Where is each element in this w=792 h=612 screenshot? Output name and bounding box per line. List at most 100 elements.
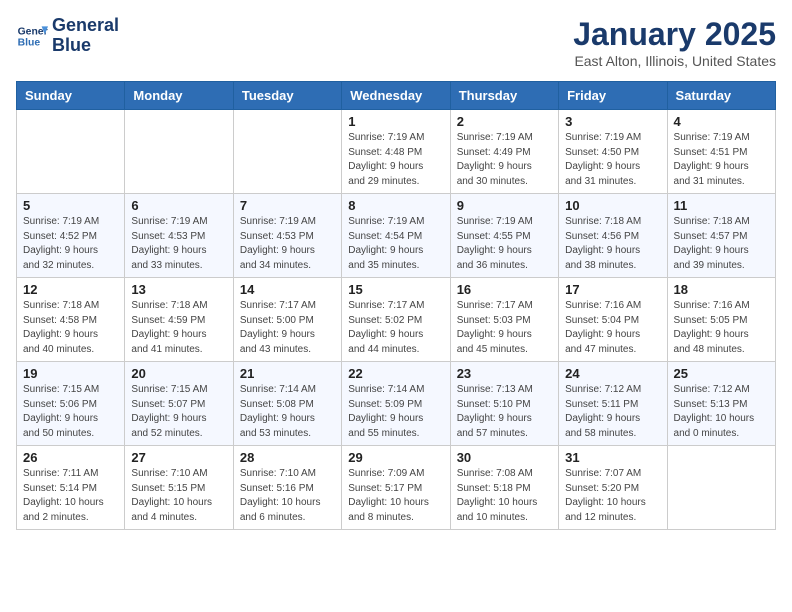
day-info: Sunrise: 7:07 AM Sunset: 5:20 PM Dayligh… <box>565 467 660 525</box>
weekday-header-row: SundayMondayTuesdayWednesdayThursdayFrid… <box>17 82 776 110</box>
logo: General Blue General Blue <box>16 16 119 56</box>
day-info: Sunrise: 7:14 AM Sunset: 5:09 PM Dayligh… <box>348 383 443 441</box>
day-number: 20 <box>131 366 226 381</box>
weekday-header-thursday: Thursday <box>450 82 558 110</box>
day-number: 15 <box>348 282 443 297</box>
day-number: 22 <box>348 366 443 381</box>
logo-text-line2: Blue <box>52 36 119 56</box>
calendar-cell: 22 Sunrise: 7:14 AM Sunset: 5:09 PM Dayli… <box>342 362 450 446</box>
day-info: Sunrise: 7:11 AM Sunset: 5:14 PM Dayligh… <box>23 467 118 525</box>
day-info: Sunrise: 7:17 AM Sunset: 5:02 PM Dayligh… <box>348 299 443 357</box>
day-info: Sunrise: 7:19 AM Sunset: 4:49 PM Dayligh… <box>457 131 552 189</box>
calendar-cell: 16 Sunrise: 7:17 AM Sunset: 5:03 PM Dayli… <box>450 278 558 362</box>
weekday-header-saturday: Saturday <box>667 82 775 110</box>
day-number: 12 <box>23 282 118 297</box>
calendar-cell: 29 Sunrise: 7:09 AM Sunset: 5:17 PM Dayli… <box>342 446 450 530</box>
day-info: Sunrise: 7:19 AM Sunset: 4:53 PM Dayligh… <box>240 215 335 273</box>
day-number: 3 <box>565 114 660 129</box>
day-info: Sunrise: 7:18 AM Sunset: 4:58 PM Dayligh… <box>23 299 118 357</box>
day-number: 9 <box>457 198 552 213</box>
day-number: 5 <box>23 198 118 213</box>
day-info: Sunrise: 7:16 AM Sunset: 5:04 PM Dayligh… <box>565 299 660 357</box>
calendar-cell: 17Sunrise: 7:16 AM Sunset: 5:04 PM Dayli… <box>559 278 667 362</box>
day-number: 26 <box>23 450 118 465</box>
day-info: Sunrise: 7:12 AM Sunset: 5:13 PM Dayligh… <box>674 383 769 441</box>
calendar-cell: 19Sunrise: 7:15 AM Sunset: 5:06 PM Dayli… <box>17 362 125 446</box>
calendar-cell: 7 Sunrise: 7:19 AM Sunset: 4:53 PM Daylig… <box>233 194 341 278</box>
day-number: 18 <box>674 282 769 297</box>
calendar-cell <box>233 110 341 194</box>
calendar-cell: 1Sunrise: 7:19 AM Sunset: 4:48 PM Daylig… <box>342 110 450 194</box>
day-info: Sunrise: 7:19 AM Sunset: 4:53 PM Dayligh… <box>131 215 226 273</box>
calendar-cell: 18Sunrise: 7:16 AM Sunset: 5:05 PM Dayli… <box>667 278 775 362</box>
day-number: 13 <box>131 282 226 297</box>
calendar-cell: 6 Sunrise: 7:19 AM Sunset: 4:53 PM Daylig… <box>125 194 233 278</box>
calendar-cell: 15 Sunrise: 7:17 AM Sunset: 5:02 PM Dayli… <box>342 278 450 362</box>
logo-icon: General Blue <box>16 20 48 52</box>
calendar-cell: 13Sunrise: 7:18 AM Sunset: 4:59 PM Dayli… <box>125 278 233 362</box>
day-number: 27 <box>131 450 226 465</box>
day-info: Sunrise: 7:19 AM Sunset: 4:54 PM Dayligh… <box>348 215 443 273</box>
day-number: 2 <box>457 114 552 129</box>
calendar-cell <box>667 446 775 530</box>
svg-text:Blue: Blue <box>18 37 41 48</box>
calendar-cell: 24 Sunrise: 7:12 AM Sunset: 5:11 PM Dayli… <box>559 362 667 446</box>
day-info: Sunrise: 7:19 AM Sunset: 4:51 PM Dayligh… <box>674 131 769 189</box>
page-header: General Blue General Blue January 2025 E… <box>16 16 776 69</box>
day-number: 1 <box>348 114 443 129</box>
week-row-3: 12 Sunrise: 7:18 AM Sunset: 4:58 PM Dayli… <box>17 278 776 362</box>
day-info: Sunrise: 7:09 AM Sunset: 5:17 PM Dayligh… <box>348 467 443 525</box>
day-info: Sunrise: 7:13 AM Sunset: 5:10 PM Dayligh… <box>457 383 552 441</box>
day-number: 16 <box>457 282 552 297</box>
day-number: 28 <box>240 450 335 465</box>
calendar-cell: 20 Sunrise: 7:15 AM Sunset: 5:07 PM Dayli… <box>125 362 233 446</box>
logo-text-line1: General <box>52 16 119 36</box>
day-number: 23 <box>457 366 552 381</box>
weekday-header-monday: Monday <box>125 82 233 110</box>
calendar-table: SundayMondayTuesdayWednesdayThursdayFrid… <box>16 81 776 530</box>
day-number: 4 <box>674 114 769 129</box>
calendar-cell: 3Sunrise: 7:19 AM Sunset: 4:50 PM Daylig… <box>559 110 667 194</box>
day-number: 30 <box>457 450 552 465</box>
day-info: Sunrise: 7:15 AM Sunset: 5:06 PM Dayligh… <box>23 383 118 441</box>
day-number: 11 <box>674 198 769 213</box>
day-info: Sunrise: 7:14 AM Sunset: 5:08 PM Dayligh… <box>240 383 335 441</box>
day-number: 6 <box>131 198 226 213</box>
day-number: 29 <box>348 450 443 465</box>
calendar-cell: 30 Sunrise: 7:08 AM Sunset: 5:18 PM Dayli… <box>450 446 558 530</box>
day-info: Sunrise: 7:12 AM Sunset: 5:11 PM Dayligh… <box>565 383 660 441</box>
day-number: 7 <box>240 198 335 213</box>
day-info: Sunrise: 7:17 AM Sunset: 5:00 PM Dayligh… <box>240 299 335 357</box>
calendar-cell: 27Sunrise: 7:10 AM Sunset: 5:15 PM Dayli… <box>125 446 233 530</box>
day-info: Sunrise: 7:18 AM Sunset: 4:56 PM Dayligh… <box>565 215 660 273</box>
calendar-cell: 5Sunrise: 7:19 AM Sunset: 4:52 PM Daylig… <box>17 194 125 278</box>
calendar-cell: 10Sunrise: 7:18 AM Sunset: 4:56 PM Dayli… <box>559 194 667 278</box>
calendar-cell: 11 Sunrise: 7:18 AM Sunset: 4:57 PM Dayli… <box>667 194 775 278</box>
calendar-cell: 12 Sunrise: 7:18 AM Sunset: 4:58 PM Dayli… <box>17 278 125 362</box>
weekday-header-tuesday: Tuesday <box>233 82 341 110</box>
calendar-cell: 2 Sunrise: 7:19 AM Sunset: 4:49 PM Daylig… <box>450 110 558 194</box>
calendar-cell <box>17 110 125 194</box>
title-block: January 2025 East Alton, Illinois, Unite… <box>573 16 776 69</box>
calendar-cell: 26 Sunrise: 7:11 AM Sunset: 5:14 PM Dayli… <box>17 446 125 530</box>
weekday-header-wednesday: Wednesday <box>342 82 450 110</box>
day-number: 25 <box>674 366 769 381</box>
calendar-cell: 25 Sunrise: 7:12 AM Sunset: 5:13 PM Dayli… <box>667 362 775 446</box>
day-info: Sunrise: 7:08 AM Sunset: 5:18 PM Dayligh… <box>457 467 552 525</box>
calendar-cell: 23 Sunrise: 7:13 AM Sunset: 5:10 PM Dayli… <box>450 362 558 446</box>
calendar-cell: 28 Sunrise: 7:10 AM Sunset: 5:16 PM Dayli… <box>233 446 341 530</box>
day-info: Sunrise: 7:10 AM Sunset: 5:16 PM Dayligh… <box>240 467 335 525</box>
day-number: 24 <box>565 366 660 381</box>
day-info: Sunrise: 7:18 AM Sunset: 4:57 PM Dayligh… <box>674 215 769 273</box>
day-info: Sunrise: 7:19 AM Sunset: 4:55 PM Dayligh… <box>457 215 552 273</box>
day-info: Sunrise: 7:15 AM Sunset: 5:07 PM Dayligh… <box>131 383 226 441</box>
weekday-header-friday: Friday <box>559 82 667 110</box>
week-row-4: 19Sunrise: 7:15 AM Sunset: 5:06 PM Dayli… <box>17 362 776 446</box>
weekday-header-sunday: Sunday <box>17 82 125 110</box>
calendar-cell: 31Sunrise: 7:07 AM Sunset: 5:20 PM Dayli… <box>559 446 667 530</box>
calendar-cell <box>125 110 233 194</box>
day-number: 14 <box>240 282 335 297</box>
calendar-cell: 4 Sunrise: 7:19 AM Sunset: 4:51 PM Daylig… <box>667 110 775 194</box>
calendar-cell: 21Sunrise: 7:14 AM Sunset: 5:08 PM Dayli… <box>233 362 341 446</box>
day-info: Sunrise: 7:17 AM Sunset: 5:03 PM Dayligh… <box>457 299 552 357</box>
